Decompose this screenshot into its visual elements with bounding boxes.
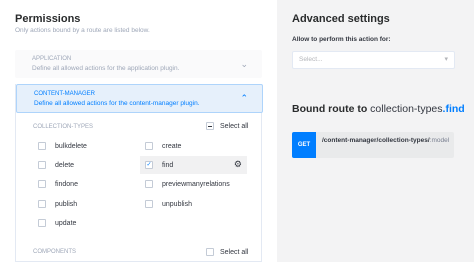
route-path-base: /content-manager/collection-types/ bbox=[322, 137, 430, 144]
action-label: create bbox=[162, 142, 182, 150]
plugin-application[interactable]: APPLICATION Define all allowed actions f… bbox=[15, 50, 262, 78]
permissions-subtitle: Only actions bound by a route are listed… bbox=[15, 27, 150, 34]
allow-action-select[interactable]: Select... ▾ bbox=[292, 51, 455, 69]
action-checkbox-find[interactable]: ✓ find ⚙ bbox=[140, 156, 247, 174]
bound-route-prefix: Bound route to bbox=[292, 103, 371, 115]
select-all-checkbox[interactable] bbox=[206, 248, 214, 256]
action-label: findone bbox=[55, 180, 78, 188]
action-checkbox-update[interactable]: update bbox=[38, 219, 76, 227]
checkbox[interactable] bbox=[38, 180, 46, 188]
bound-route-controller: collection-types bbox=[370, 103, 443, 115]
select-all-checkbox[interactable] bbox=[206, 122, 214, 130]
action-checkbox-bulkdelete[interactable]: bulkdelete bbox=[38, 142, 87, 150]
checkbox[interactable] bbox=[38, 142, 46, 150]
chevron-down-icon[interactable]: ▾ bbox=[444, 55, 448, 63]
checkbox[interactable] bbox=[145, 200, 153, 208]
select-all-label: Select all bbox=[220, 248, 249, 256]
checkbox-checked[interactable]: ✓ bbox=[145, 161, 153, 169]
route-path-param: :model bbox=[429, 137, 450, 144]
plugin-content-manager-name: CONTENT-MANAGER bbox=[34, 91, 96, 97]
checkbox[interactable] bbox=[38, 200, 46, 208]
bound-route-action: find bbox=[445, 103, 465, 115]
action-label: delete bbox=[55, 161, 75, 169]
action-label: bulkdelete bbox=[55, 142, 87, 150]
gear-icon[interactable]: ⚙ bbox=[234, 159, 242, 170]
plugin-application-name: APPLICATION bbox=[32, 56, 72, 62]
route-path: /content-manager/collection-types/:model bbox=[322, 136, 450, 146]
plugin-content-manager-body: CONTENT-MANAGER Define all allowed actio… bbox=[15, 84, 263, 262]
chevron-up-icon[interactable]: ⌃ bbox=[240, 93, 248, 104]
action-label: unpublish bbox=[162, 200, 192, 208]
permissions-title: Permissions bbox=[15, 13, 81, 25]
http-method-badge: GET bbox=[292, 132, 316, 158]
select-placeholder: Select... bbox=[299, 56, 323, 63]
action-label: update bbox=[55, 219, 77, 227]
permissions-panel: Permissions Only actions bound by a rout… bbox=[0, 0, 277, 262]
select-all-label: Select all bbox=[220, 122, 249, 130]
action-label: previewmanyrelations bbox=[162, 180, 230, 188]
collection-types-select-all[interactable]: Select all bbox=[206, 122, 248, 130]
action-checkbox-delete[interactable]: delete bbox=[38, 161, 74, 169]
route-card: GET /content-manager/collection-types/:m… bbox=[292, 132, 454, 158]
plugin-application-description: Define all allowed actions for the appli… bbox=[32, 65, 180, 72]
action-label: publish bbox=[55, 200, 78, 208]
chevron-down-icon[interactable]: ⌄ bbox=[240, 59, 248, 70]
checkbox[interactable] bbox=[145, 142, 153, 150]
action-checkbox-create[interactable]: create bbox=[145, 142, 181, 150]
plugin-content-manager[interactable]: CONTENT-MANAGER Define all allowed actio… bbox=[16, 84, 263, 113]
plugin-content-manager-description: Define all allowed actions for the conte… bbox=[34, 100, 200, 107]
checkbox[interactable] bbox=[145, 180, 153, 188]
components-label: COMPONENTS bbox=[33, 249, 77, 255]
allow-action-label: Allow to perform this action for: bbox=[292, 36, 391, 43]
advanced-settings-title: Advanced settings bbox=[292, 13, 390, 25]
action-checkbox-previewmanyrelations[interactable]: previewmanyrelations bbox=[145, 180, 230, 188]
collection-types-label: COLLECTION-TYPES bbox=[33, 124, 94, 130]
action-checkbox-findone[interactable]: findone bbox=[38, 180, 78, 188]
checkbox[interactable] bbox=[38, 161, 46, 169]
components-select-all[interactable]: Select all bbox=[206, 248, 248, 256]
action-checkbox-publish[interactable]: publish bbox=[38, 200, 77, 208]
action-label: find bbox=[162, 161, 174, 169]
action-checkbox-unpublish[interactable]: unpublish bbox=[145, 200, 192, 208]
bound-route-title: Bound route to collection-types.find bbox=[292, 103, 465, 115]
checkbox[interactable] bbox=[38, 219, 46, 227]
